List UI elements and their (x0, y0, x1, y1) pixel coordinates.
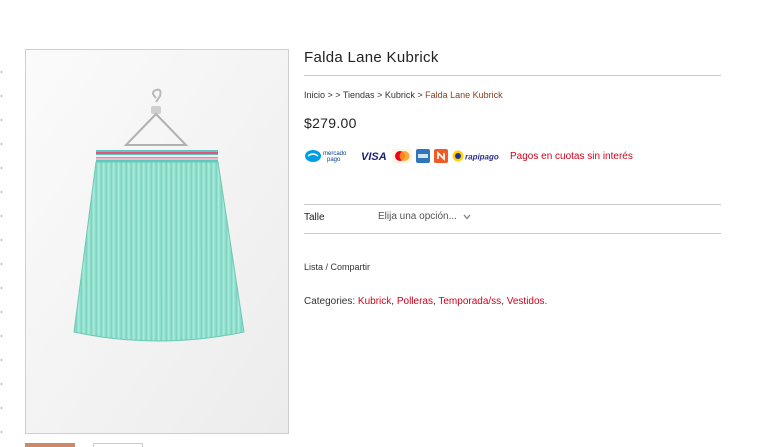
mercado-label-2: pago (327, 157, 341, 163)
chevron-down-icon (463, 214, 471, 219)
skirt-photo (26, 50, 288, 433)
size-select[interactable]: Elija una opción... (378, 211, 471, 222)
product-categories: Categories: Kubrick, Polleras, Temporada… (304, 296, 548, 307)
visa-label: VISA (361, 151, 387, 163)
left-edge-dots (0, 60, 3, 447)
breadcrumb-separator: > (374, 90, 385, 100)
title-divider (304, 75, 721, 76)
rapipago-label: rapipago (465, 153, 499, 162)
breadcrumb: Inicio > > Tiendas > Kubrick > Falda Lan… (304, 90, 503, 100)
categories-label: Categories: (304, 296, 356, 307)
visa-icon: VISA (361, 151, 387, 163)
category-link-vestidos[interactable]: Vestidos. (507, 296, 548, 307)
naranja-card-icon (434, 149, 448, 163)
mastercard-icon (392, 149, 412, 163)
product-image[interactable] (25, 49, 289, 434)
thumbnail-1[interactable] (25, 443, 75, 447)
breadcrumb-brand-link[interactable]: Kubrick (385, 90, 415, 100)
breadcrumb-current: Falda Lane Kubrick (425, 90, 503, 100)
product-title: Falda Lane Kubrick (304, 49, 439, 66)
size-label: Talle (304, 212, 325, 223)
mercado-pago-icon: mercado pago (305, 150, 347, 163)
variation-bottom-divider (304, 233, 721, 234)
installments-note: Pagos en cuotas sin interés (510, 150, 633, 162)
breadcrumb-home-link[interactable]: Inicio (304, 90, 325, 100)
variation-top-divider (304, 204, 721, 205)
breadcrumb-shops-link[interactable]: Tiendas (343, 90, 375, 100)
breadcrumb-separator: > > (325, 90, 343, 100)
size-select-value: Elija una opción... (378, 211, 457, 222)
category-link-kubrick[interactable]: Kubrick (358, 296, 391, 307)
american-express-icon (416, 149, 430, 163)
category-link-polleras[interactable]: Polleras (397, 296, 433, 307)
product-price: $279.00 (304, 115, 357, 131)
breadcrumb-separator: > (414, 90, 426, 100)
thumbnail-2[interactable] (93, 443, 143, 447)
category-link-temporada[interactable]: Temporada/ss (438, 296, 501, 307)
payment-methods: mercado pago VISA rapipago Pagos en cuot… (304, 148, 633, 164)
wishlist-share-link[interactable]: Lista / Compartir (304, 262, 370, 272)
rapipago-icon: rapipago (452, 150, 499, 162)
